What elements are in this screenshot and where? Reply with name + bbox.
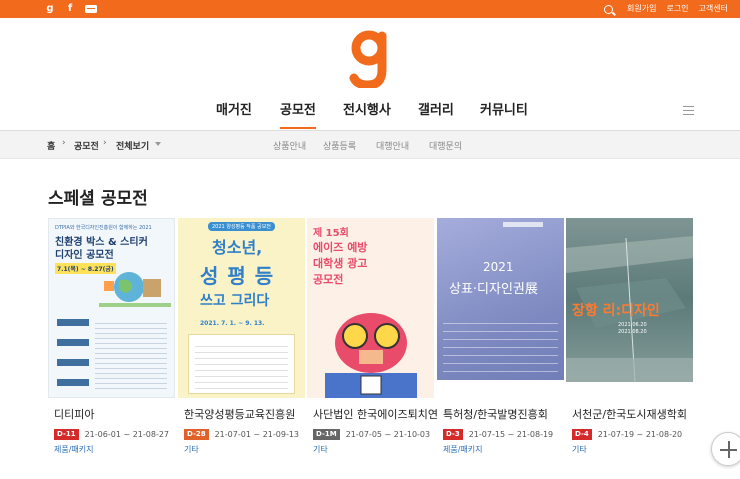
contest-organizer[interactable]: 서천군/한국도시재생학회 [572,406,697,422]
poster-footer [437,380,564,398]
dday-badge: D-28 [184,429,209,440]
poster-date: 2021. 7. 1. ~ 9. 13. [200,320,265,327]
dday-badge: D-1M [313,429,340,440]
poster-body-text [95,319,167,389]
contest-organizer[interactable]: 한국양성평등교육진흥원 [184,406,309,422]
contest-period: 21-07-05 ~ 21-10-03 [345,430,431,439]
menu-icon[interactable] [683,106,694,115]
signup-link[interactable]: 회원가입 [627,3,656,15]
nav-community[interactable]: 커뮤니티 [480,101,528,129]
contest-category[interactable]: 제품/패키지 [443,444,483,455]
contest-period: 21-07-01 ~ 21-09-13 [214,430,300,439]
top-utility-bar: g f 회원가입 로그인 고객센터 [0,0,740,18]
contest-poster[interactable]: 제 15회 에이즈 예방 대학생 광고 공모전 [307,218,434,398]
social-links: g f [44,2,98,16]
contest-poster[interactable]: 2021 상표·디자인권展 [437,218,564,398]
kakao-icon[interactable] [84,2,98,16]
poster-date: 2021.08.20 [618,329,647,335]
nav-gallery[interactable]: 갤러리 [418,101,454,129]
contest-category[interactable]: 기타 [184,444,199,455]
section-title: 스페셜 공모전 [48,189,148,209]
poster-text: 성 평 등 [200,264,275,288]
contest-meta: D-28 21-07-01 ~ 21-09-13 [184,429,299,440]
earth-illustration [99,272,171,307]
contest-poster[interactable]: DTPIA와 한국디자인진흥원이 함께하는 2021 친환경 박스 & 스티커 … [48,218,175,398]
poster-footer [566,382,693,398]
contest-card[interactable]: 장항 리:디자인 2021.06.20 2021.08.20 서천군/한국도시재… [566,218,693,454]
poster-text: 쓰고 그리다 [200,293,270,309]
dday-badge: D-11 [54,429,79,440]
subnav-agency-inquiry[interactable]: 대행문의 [429,139,462,152]
poster-text: 2021 [483,260,514,274]
breadcrumb-contest[interactable]: 공모전 [74,139,99,152]
contest-period: 21-07-15 ~ 21-08-19 [468,430,554,439]
chevron-down-icon[interactable] [155,142,161,146]
poster-text: 대학생 광고 [313,257,368,270]
site-logo[interactable] [349,30,389,88]
dday-badge: D-3 [443,429,463,440]
facebook-icon[interactable]: f [64,2,76,16]
contest-card[interactable]: DTPIA와 한국디자인진흥원이 함께하는 2021 친환경 박스 & 스티커 … [48,218,175,454]
contest-category[interactable]: 기타 [572,444,587,455]
search-icon[interactable] [604,4,613,14]
poster-info-blocks [57,319,89,389]
contest-meta: D-11 21-06-01 ~ 21-08-27 [54,429,169,440]
poster-date: 2021.06.20 [618,322,647,328]
main-nav: 매거진 공모전 전시행사 갤러리 커뮤니티 [0,101,740,131]
subnav-product-info[interactable]: 상품안내 [273,139,306,152]
contest-organizer[interactable]: 특허청/한국발명진흥회 [443,406,568,422]
contest-category[interactable]: 제품/패키지 [54,444,94,455]
poster-text: 에이즈 예방 [313,241,368,254]
contest-organizer[interactable]: 디티피아 [54,406,179,422]
contest-card[interactable]: 제 15회 에이즈 예방 대학생 광고 공모전 사단법인 한국에이즈퇴치연맹 D… [307,218,438,454]
poster-text: 장항 리:디자인 [572,303,660,319]
contest-period: 21-07-19 ~ 21-08-20 [597,430,683,439]
chevron-right-icon: › [103,138,107,148]
poster-text: 2021 양성평등 작품 공모전 [208,222,275,231]
breadcrumb-home[interactable]: 홈 [47,139,55,152]
nav-magazine[interactable]: 매거진 [216,101,252,129]
chevron-right-icon: › [62,138,66,148]
poster-logo [503,222,543,227]
contest-organizer[interactable]: 사단법인 한국에이즈퇴치연맹 [313,406,438,422]
login-link[interactable]: 로그인 [666,3,688,15]
contest-period: 21-06-01 ~ 21-08-27 [84,430,170,439]
poster-info-box [188,334,295,394]
subnav-product-register[interactable]: 상품등록 [323,139,356,152]
floating-add-button[interactable] [711,432,740,466]
poster-text: 청소년, [212,238,263,257]
help-center-link[interactable]: 고객센터 [699,3,728,15]
contest-poster[interactable]: 장항 리:디자인 2021.06.20 2021.08.20 [566,218,693,398]
nav-contest[interactable]: 공모전 [280,101,316,129]
poster-body-text [443,316,558,376]
utility-links: 회원가입 로그인 고객센터 [604,3,728,15]
breadcrumb-view-all[interactable]: 전체보기 [116,139,149,152]
subnav-agency-info[interactable]: 대행안내 [376,139,409,152]
dday-badge: D-4 [572,429,592,440]
contest-meta: D-3 21-07-15 ~ 21-08-19 [443,429,553,440]
poster-text: DTPIA와 한국디자인진흥원이 함께하는 2021 [55,225,152,231]
contest-meta: D-1M 21-07-05 ~ 21-10-03 [313,429,430,440]
contest-category[interactable]: 기타 [313,444,328,455]
poster-text: 공모전 [313,273,344,286]
contest-card[interactable]: 2021 양성평등 작품 공모전 청소년, 성 평 등 쓰고 그리다 2021.… [178,218,305,454]
poster-text: 제 15회 [313,228,349,239]
contest-meta: D-4 21-07-19 ~ 21-08-20 [572,429,682,440]
poster-text: 상표·디자인권展 [449,282,538,297]
contest-poster[interactable]: 2021 양성평등 작품 공모전 청소년, 성 평 등 쓰고 그리다 2021.… [178,218,305,398]
nav-exhibition[interactable]: 전시행사 [343,101,391,129]
g-logo-icon[interactable]: g [44,2,56,16]
contest-card[interactable]: 2021 상표·디자인권展 특허청/한국발명진흥회 D-3 21-07-15 ~… [437,218,564,454]
character-illustration [325,313,417,398]
sub-navigation-bar: 홈 › 공모전 › 전체보기 상품안내 상품등록 대행안내 대행문의 [0,130,740,159]
